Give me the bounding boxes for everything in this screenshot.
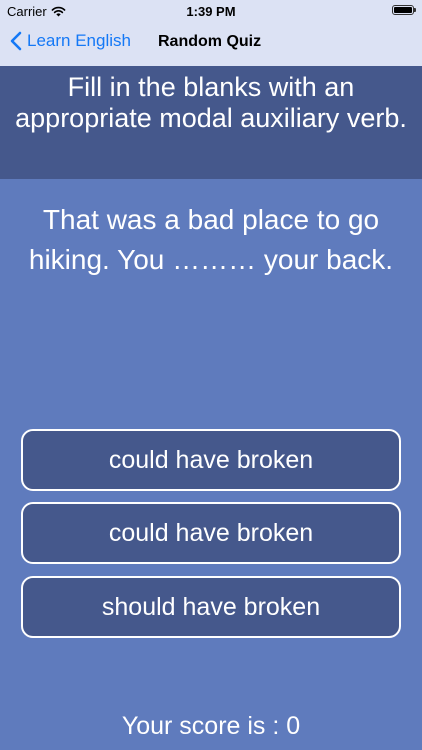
top-bar: Carrier 1:39 PM Learn English Random Qui… bbox=[0, 0, 422, 66]
answer-button-2[interactable]: could have broken bbox=[21, 502, 401, 564]
nav-bar: Learn English Random Quiz bbox=[0, 22, 422, 66]
answer-button-3[interactable]: should have broken bbox=[21, 576, 401, 638]
chevron-left-icon bbox=[10, 31, 22, 51]
back-button-label: Learn English bbox=[27, 31, 131, 50]
page-title: Random Quiz bbox=[158, 33, 262, 50]
status-bar: Carrier 1:39 PM bbox=[0, 0, 422, 22]
battery-icon bbox=[392, 5, 416, 15]
battery-fill bbox=[394, 7, 412, 13]
back-button[interactable]: Learn English bbox=[10, 31, 131, 51]
status-time: 1:39 PM bbox=[186, 4, 236, 19]
answer-button-1[interactable]: could have broken bbox=[21, 429, 401, 491]
score-label: Your score is : 0 bbox=[121, 712, 301, 740]
quiz-question: That was a bad place to go hiking. You …… bbox=[28, 204, 394, 275]
quiz-instruction: Fill in the blanks with an appropriate m… bbox=[0, 66, 422, 179]
